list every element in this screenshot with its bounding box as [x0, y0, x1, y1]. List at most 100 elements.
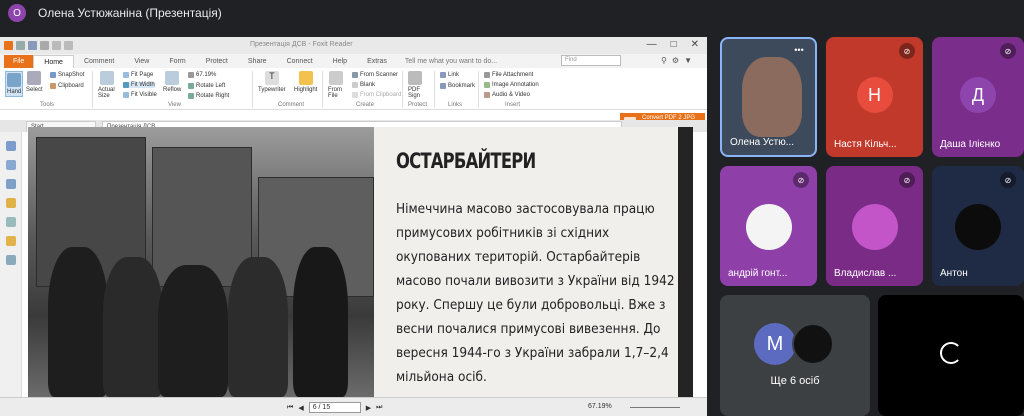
bookmarks-icon[interactable]: [6, 160, 16, 170]
group-tools: Tools: [40, 102, 55, 108]
file-icon: [329, 71, 343, 85]
avatar-image: [792, 323, 834, 365]
participant-name: Владислав ...: [834, 268, 897, 279]
mic-off-icon: ⊘: [899, 172, 915, 188]
reflow-button[interactable]: Reflow: [163, 71, 181, 93]
hand-icon: [7, 73, 22, 87]
scanner-icon: [352, 72, 358, 78]
zoom-level: 67.19%: [588, 403, 612, 410]
participant-name: Антон: [940, 268, 968, 279]
last-page-icon[interactable]: ⏭: [376, 404, 382, 412]
zoom-select[interactable]: 67.19%: [188, 72, 216, 78]
presentation-header: O Олена Устюжаніна (Презентація): [0, 0, 1024, 26]
tab-help[interactable]: Help: [323, 55, 357, 68]
restore-icon[interactable]: □: [671, 39, 677, 50]
search-icon[interactable]: ⚲⚙▼: [661, 56, 697, 65]
undo-icon[interactable]: [52, 41, 61, 50]
more-options-icon[interactable]: •••: [789, 44, 809, 58]
bookmark-button[interactable]: Bookmark: [440, 83, 475, 89]
typewriter-button[interactable]: T Typewriter: [258, 71, 286, 93]
fit-width-button[interactable]: Fit Width: [123, 82, 155, 88]
pdf-sign-button[interactable]: PDF Sign: [408, 71, 422, 99]
participant-name: Настя Кільч...: [834, 139, 897, 150]
file-attachment-button[interactable]: File Attachment: [484, 72, 533, 78]
avatar: M: [754, 323, 796, 365]
snapshot-button[interactable]: SnapShot: [50, 72, 84, 78]
tab-form[interactable]: Form: [159, 55, 195, 68]
minimize-icon[interactable]: —: [647, 39, 657, 50]
fit-page-button[interactable]: Fit Page: [123, 72, 153, 78]
fit-visible-button[interactable]: Fit Visible: [123, 92, 157, 98]
tab-file[interactable]: File: [4, 55, 34, 68]
tools-icon[interactable]: [6, 255, 16, 265]
link-icon: [440, 72, 446, 78]
select-button[interactable]: Select: [26, 71, 43, 93]
avatar-image: [851, 204, 898, 250]
audio-video-button[interactable]: Audio & Video: [484, 92, 530, 98]
participant-tile[interactable]: ⊘ Владислав ...: [826, 166, 923, 286]
tab-comment[interactable]: Comment: [74, 55, 124, 68]
save-icon[interactable]: [28, 41, 37, 50]
find-input[interactable]: Find: [561, 55, 621, 66]
first-page-icon[interactable]: ⏮: [287, 404, 293, 412]
avatar-image: [955, 204, 1001, 250]
from-scanner-button[interactable]: From Scanner: [352, 72, 398, 78]
tab-home[interactable]: Home: [33, 55, 74, 68]
tab-extras[interactable]: Extras: [357, 55, 397, 68]
participant-video: [742, 57, 802, 137]
rotate-right-button[interactable]: Rotate Right: [188, 93, 229, 99]
rotate-left-icon: [188, 83, 194, 89]
tab-view[interactable]: View: [124, 55, 159, 68]
participant-tile-self[interactable]: ••• Олена Устю...: [720, 37, 817, 157]
next-page-icon[interactable]: ▶: [366, 404, 371, 412]
zoom-icon: [188, 72, 194, 78]
others-tile[interactable]: M Ще 6 осіб: [720, 295, 870, 416]
blank-button[interactable]: Blank: [352, 82, 375, 88]
navigation-panel: [0, 132, 22, 416]
participant-tile[interactable]: ⊘ Антон: [932, 166, 1024, 286]
comments-icon[interactable]: [6, 179, 16, 189]
participant-tile[interactable]: ⊘ Д Даша Ілієнко: [932, 37, 1024, 157]
pages-icon[interactable]: [6, 141, 16, 151]
highlight-button[interactable]: Highlight: [294, 71, 317, 93]
participant-name: Даша Ілієнко: [940, 139, 1001, 150]
slide-body: Німеччина масово застосовувала працю при…: [396, 201, 675, 385]
zoom-slider[interactable]: [630, 407, 680, 408]
tab-protect[interactable]: Protect: [196, 55, 238, 68]
clipboard-button[interactable]: Clipboard: [50, 83, 84, 89]
hand-button[interactable]: Hand: [5, 71, 24, 97]
security-icon[interactable]: [6, 236, 16, 246]
tab-connect[interactable]: Connect: [277, 55, 323, 68]
rotate-left-button[interactable]: Rotate Left: [188, 83, 225, 89]
attachments-icon[interactable]: [6, 198, 16, 208]
clipboard-paste-icon: [352, 92, 358, 98]
media-icon: [484, 92, 490, 98]
open-icon[interactable]: [16, 41, 25, 50]
tell-me-input[interactable]: Tell me what you want to do...: [405, 55, 497, 68]
participant-tile[interactable]: ⊘ Н Настя Кільч...: [826, 37, 923, 157]
reflow-icon: [165, 71, 180, 85]
layers-icon[interactable]: [6, 217, 16, 227]
page-number-input[interactable]: 6 / 15: [308, 402, 361, 413]
image-annotation-button[interactable]: Image Annotation: [484, 82, 539, 88]
actual-size-button[interactable]: Actual Size: [98, 71, 116, 99]
tab-share[interactable]: Share: [238, 55, 277, 68]
from-file-button[interactable]: From File: [328, 71, 344, 99]
from-clipboard-button[interactable]: From Clipboard: [352, 92, 401, 98]
window-title: Презентація ДСВ - Foxit Reader: [250, 41, 353, 48]
mic-off-icon: ⊘: [899, 43, 915, 59]
redo-icon[interactable]: [64, 41, 73, 50]
print-icon[interactable]: [40, 41, 49, 50]
link-button[interactable]: Link: [440, 72, 459, 78]
close-icon[interactable]: ✕: [691, 39, 699, 50]
mic-off-icon: ⊘: [1000, 43, 1016, 59]
camera-icon: [50, 72, 56, 78]
prev-page-icon[interactable]: ◀: [298, 404, 303, 412]
mic-off-icon: ⊘: [1000, 172, 1016, 188]
participant-tile[interactable]: ⊘ андрій гонт...: [720, 166, 817, 286]
group-links: Links: [448, 102, 463, 108]
avatar: Д: [960, 77, 996, 113]
decorative-brush: [678, 127, 693, 397]
participant-name: андрій гонт...: [728, 268, 788, 279]
slide-title: ОСТАРБАЙТЕРИ: [396, 149, 536, 173]
